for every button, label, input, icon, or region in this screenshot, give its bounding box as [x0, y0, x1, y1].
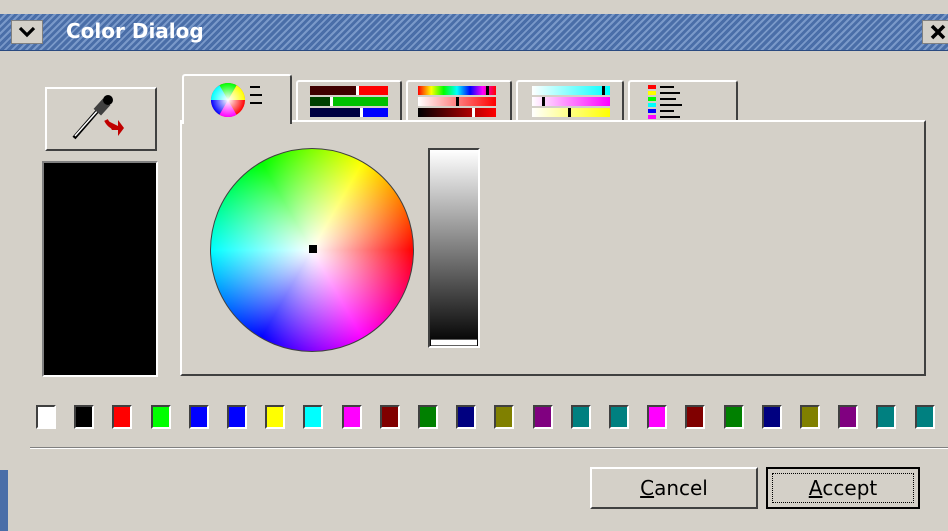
palette-swatch[interactable]: [915, 405, 935, 429]
wheel-selection-marker[interactable]: [309, 245, 317, 253]
palette-swatch[interactable]: [112, 405, 132, 429]
current-color-swatch: [42, 161, 158, 377]
eyedropper-icon: [72, 95, 124, 140]
palette-swatch[interactable]: [647, 405, 667, 429]
palette-swatch[interactable]: [36, 405, 56, 429]
close-icon: [930, 24, 946, 40]
palette-swatch[interactable]: [800, 405, 820, 429]
palette-swatch[interactable]: [571, 405, 591, 429]
cancel-button[interactable]: Cancel: [590, 467, 758, 509]
palette-swatch[interactable]: [762, 405, 782, 429]
window-close-button[interactable]: [922, 20, 948, 44]
palette-swatch[interactable]: [265, 405, 285, 429]
cancel-mnemonic: C: [640, 476, 655, 500]
hsv-sliders-tab-icon: [418, 86, 496, 117]
palette-swatch[interactable]: [876, 405, 896, 429]
palette-swatch[interactable]: [303, 405, 323, 429]
palette-swatch[interactable]: [724, 405, 744, 429]
palette-swatch[interactable]: [838, 405, 858, 429]
title-bar[interactable]: Color Dialog: [0, 14, 948, 51]
accept-button[interactable]: Accept: [766, 467, 920, 509]
accept-label: ccept: [822, 476, 878, 500]
palette-swatch[interactable]: [494, 405, 514, 429]
chevron-down-icon: [18, 26, 36, 38]
color-dialog-window: Color Dialog C ancel A ccept: [0, 0, 948, 531]
palette-swatch[interactable]: [456, 405, 476, 429]
value-slider-handle[interactable]: [431, 339, 477, 346]
palette-swatch[interactable]: [74, 405, 94, 429]
color-wheel-tab-icon: [211, 83, 262, 117]
tab-color-wheel[interactable]: [182, 74, 292, 124]
tab-named-colors[interactable]: [628, 80, 738, 122]
color-wheel-panel: [180, 120, 926, 376]
hue-saturation-wheel[interactable]: [210, 148, 414, 352]
rgb-sliders-tab-icon: [310, 86, 388, 117]
accept-mnemonic: A: [808, 476, 823, 500]
palette-swatch[interactable]: [380, 405, 400, 429]
palette-swatch[interactable]: [533, 405, 553, 429]
tab-rgb[interactable]: [296, 80, 402, 122]
separator: [30, 447, 948, 449]
left-edge-accent: [0, 470, 8, 531]
palette-swatch[interactable]: [227, 405, 247, 429]
tab-cmy[interactable]: [516, 80, 624, 122]
color-picker-button[interactable]: [45, 87, 157, 151]
palette-swatch[interactable]: [189, 405, 209, 429]
window-menu-button[interactable]: [11, 20, 43, 44]
tab-hsv[interactable]: [406, 80, 512, 122]
cancel-label: ancel: [654, 476, 708, 500]
cmy-sliders-tab-icon: [532, 86, 610, 117]
palette-swatch[interactable]: [685, 405, 705, 429]
palette-swatch[interactable]: [609, 405, 629, 429]
window-title: Color Dialog: [66, 19, 204, 43]
palette-swatch[interactable]: [418, 405, 438, 429]
palette-swatch[interactable]: [342, 405, 362, 429]
value-slider[interactable]: [428, 148, 480, 348]
named-colors-tab-icon: [648, 85, 682, 119]
palette-swatch[interactable]: [151, 405, 171, 429]
